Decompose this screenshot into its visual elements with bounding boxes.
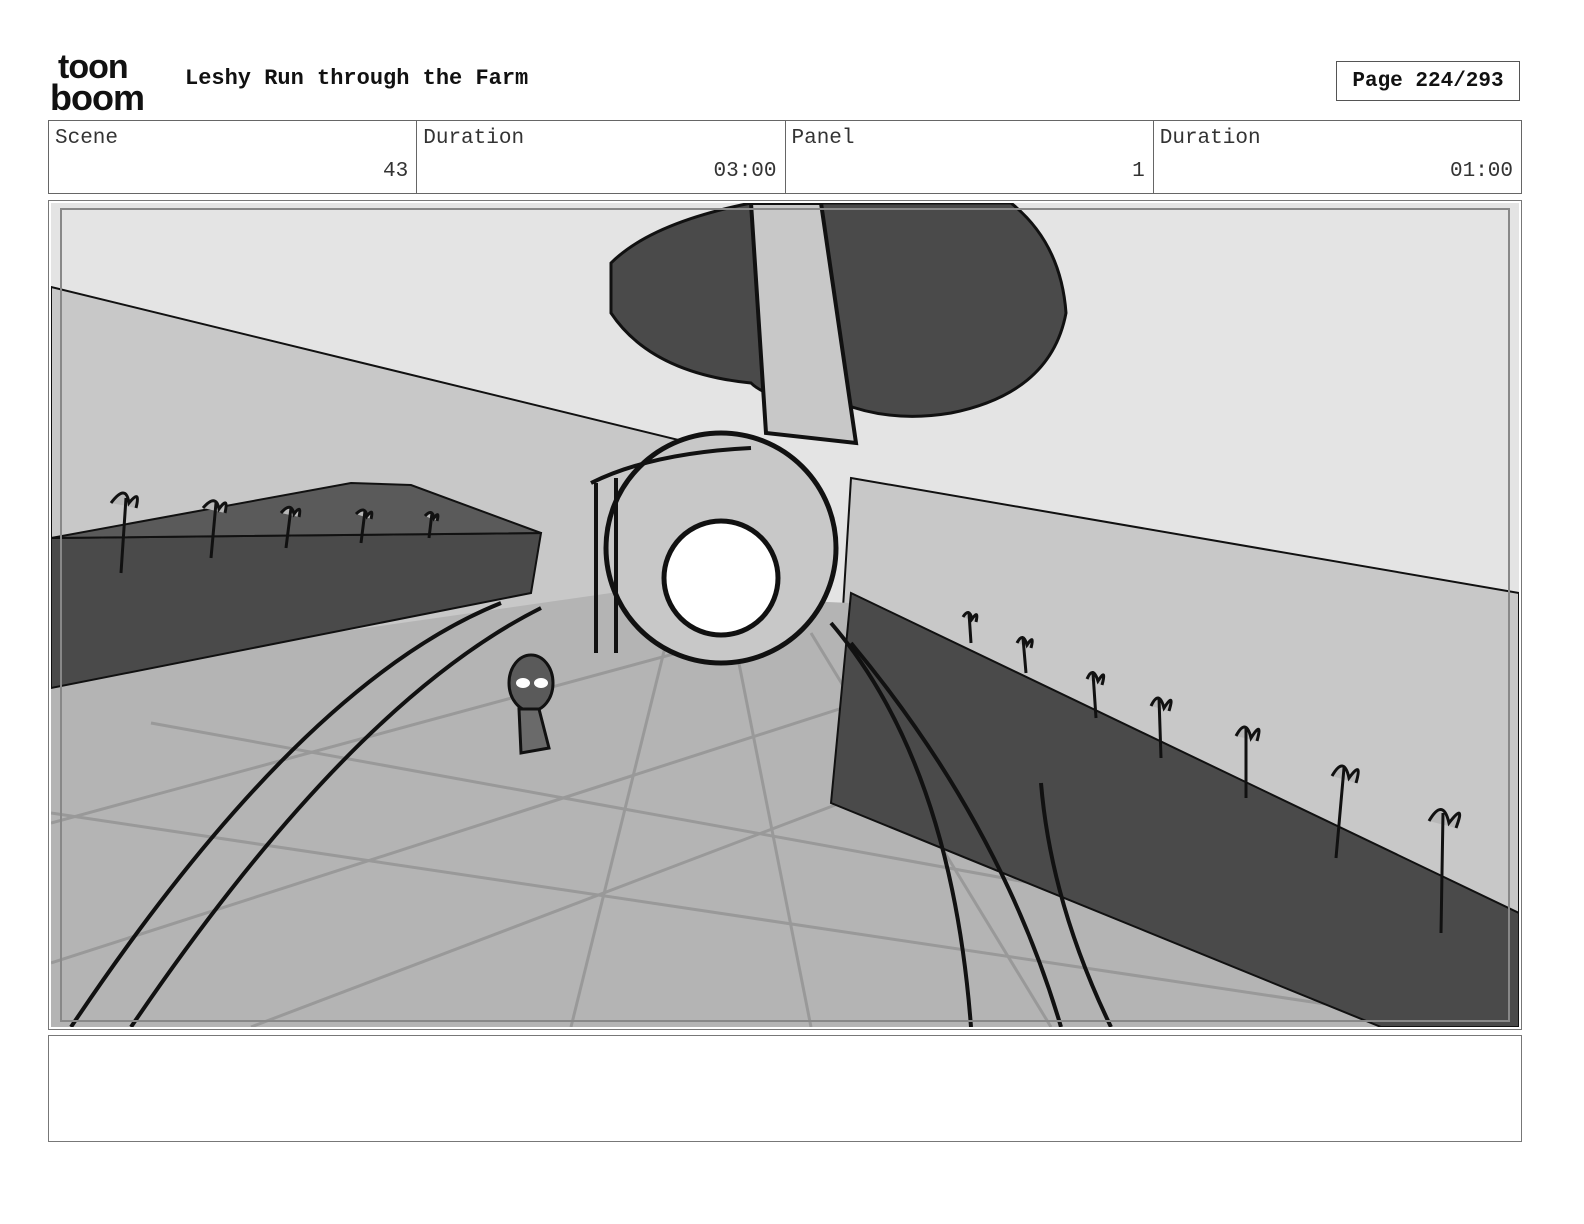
- storyboard-title: Leshy Run through the Farm: [185, 66, 529, 91]
- scene-duration-cell: Duration 03:00: [417, 121, 786, 193]
- scene-cell: Scene 43: [49, 121, 418, 193]
- panel-notes-box[interactable]: [48, 1035, 1522, 1142]
- ring-inner: [661, 518, 781, 638]
- panel-info-row: Scene 43 Duration 03:00 Panel 1 Duration…: [48, 120, 1522, 194]
- toon-boom-logo: toon boom: [50, 50, 145, 114]
- scene-duration-value: 03:00: [713, 160, 777, 183]
- logo-text-bottom: boom: [50, 77, 144, 114]
- scene-duration-label: Duration: [423, 127, 525, 150]
- storyboard-panel: [48, 200, 1522, 1030]
- panel-duration-value: 01:00: [1449, 160, 1513, 183]
- page-number: Page 224/293: [1336, 61, 1520, 101]
- panel-value: 1: [1132, 160, 1145, 183]
- panel-duration-cell: Duration 01:00: [1154, 121, 1521, 193]
- panel-duration-label: Duration: [1159, 127, 1261, 150]
- scene-label: Scene: [55, 127, 119, 150]
- scene-value: 43: [383, 160, 409, 183]
- panel-cell: Panel 1: [786, 121, 1154, 193]
- panel-label: Panel: [791, 127, 855, 150]
- panel-drawing: [51, 203, 1519, 1027]
